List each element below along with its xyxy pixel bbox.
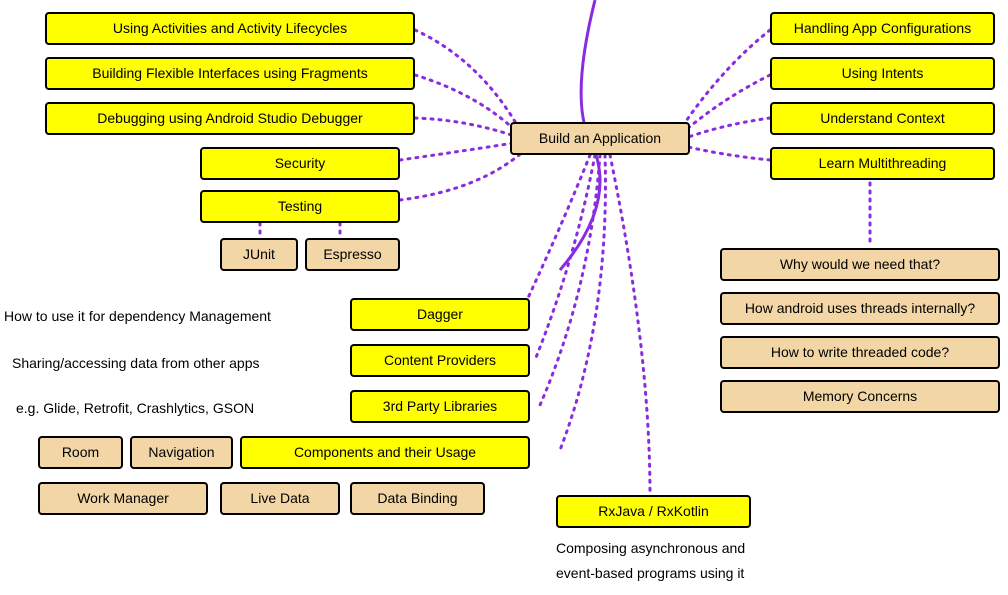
node-live-data[interactable]: Live Data	[220, 482, 340, 515]
node-context[interactable]: Understand Context	[770, 102, 995, 135]
node-mt-why[interactable]: Why would we need that?	[720, 248, 1000, 281]
node-junit[interactable]: JUnit	[220, 238, 298, 271]
node-content-providers[interactable]: Content Providers	[350, 344, 530, 377]
node-mt-how-android[interactable]: How android uses threads internally?	[720, 292, 1000, 325]
node-rx[interactable]: RxJava / RxKotlin	[556, 495, 751, 528]
node-third-party[interactable]: 3rd Party Libraries	[350, 390, 530, 423]
node-mt-memory[interactable]: Memory Concerns	[720, 380, 1000, 413]
node-components[interactable]: Components and their Usage	[240, 436, 530, 469]
node-work-manager[interactable]: Work Manager	[38, 482, 208, 515]
label-content-providers: Sharing/accessing data from other apps	[12, 355, 259, 371]
node-room[interactable]: Room	[38, 436, 123, 469]
center-label: Build an Application	[539, 130, 661, 147]
node-mt-write[interactable]: How to write threaded code?	[720, 336, 1000, 369]
node-espresso[interactable]: Espresso	[305, 238, 400, 271]
label-dagger: How to use it for dependency Management	[4, 308, 271, 324]
label-rx-desc1: Composing asynchronous and	[556, 540, 745, 556]
node-navigation[interactable]: Navigation	[130, 436, 233, 469]
label-rx-desc2: event-based programs using it	[556, 565, 744, 581]
node-testing[interactable]: Testing	[200, 190, 400, 223]
node-app-config[interactable]: Handling App Configurations	[770, 12, 995, 45]
label-third-party: e.g. Glide, Retrofit, Crashlytics, GSON	[16, 400, 254, 416]
node-debugger[interactable]: Debugging using Android Studio Debugger	[45, 102, 415, 135]
center-node[interactable]: Build an Application	[510, 122, 690, 155]
node-security[interactable]: Security	[200, 147, 400, 180]
node-activities[interactable]: Using Activities and Activity Lifecycles	[45, 12, 415, 45]
node-dagger[interactable]: Dagger	[350, 298, 530, 331]
node-fragments[interactable]: Building Flexible Interfaces using Fragm…	[45, 57, 415, 90]
node-data-binding[interactable]: Data Binding	[350, 482, 485, 515]
node-multithreading[interactable]: Learn Multithreading	[770, 147, 995, 180]
node-intents[interactable]: Using Intents	[770, 57, 995, 90]
